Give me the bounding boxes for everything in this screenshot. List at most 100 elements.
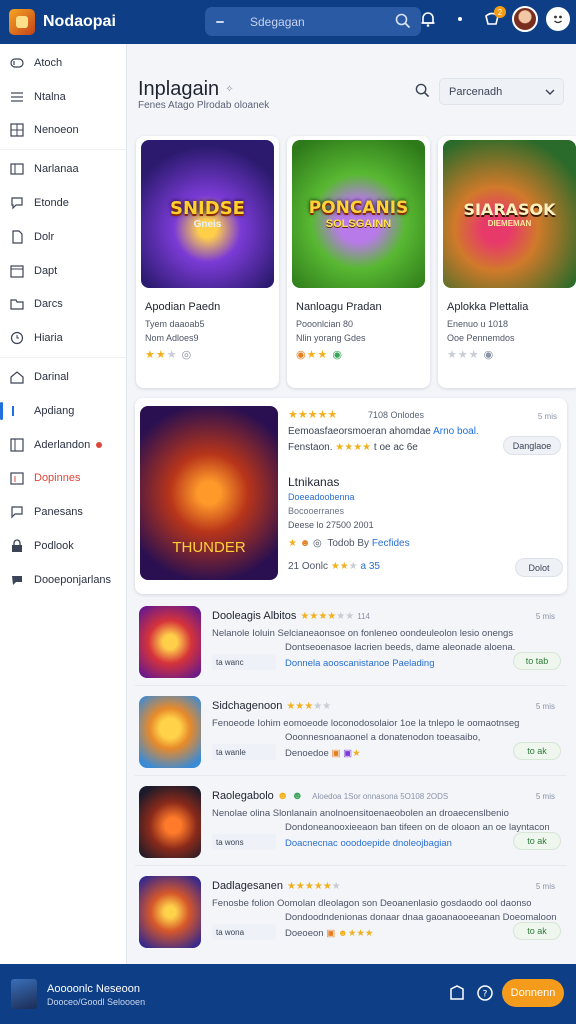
- featured-meta: 21 Oonlc ★★★ a 35: [288, 561, 380, 572]
- sidebar-item-label: Panesans: [34, 506, 83, 519]
- sidebar-item-12[interactable]: Dopinnes: [0, 462, 126, 496]
- file-size: 5 mis: [535, 612, 555, 621]
- list-item-desc: Dondoneanooxieeaon ban tifeen on de oloa…: [285, 822, 550, 833]
- list-item[interactable]: Dooleagis Albitos ★★★★★★ 114 5 mis Nelano…: [135, 600, 567, 686]
- sidebar-item-7[interactable]: Darcs: [0, 288, 126, 322]
- menu-icon: [10, 90, 24, 104]
- game-meta: Enenuo u 1018: [447, 319, 509, 329]
- sidebar-item-0[interactable]: Atoch: [0, 46, 126, 80]
- game-card[interactable]: PONCANIS SOLSGAINN Nanloagu Pradan Pooon…: [287, 136, 430, 388]
- list-item-name: Sidchagenoon: [212, 700, 283, 712]
- list-item-tag: ta wanc: [212, 654, 276, 670]
- sidebar-item-14[interactable]: Podlook: [0, 529, 126, 563]
- sidebar-item-11[interactable]: Aderlandon: [0, 428, 126, 462]
- game-card[interactable]: SIARASOK DIEMEMAN Aplokka Plettalia Enen…: [438, 136, 576, 388]
- list-item-link[interactable]: Doeoeon ▣ ☻★★★: [285, 928, 373, 939]
- sidebar-item-4[interactable]: Etonde: [0, 186, 126, 220]
- sidebar-item-9[interactable]: Darinal: [0, 360, 126, 394]
- sidebar-item-1[interactable]: Ntalna: [0, 80, 126, 114]
- sidebar-item-13[interactable]: Panesans: [0, 495, 126, 529]
- top-bar: Nodaopai 2: [0, 0, 576, 44]
- search-icon[interactable]: [395, 13, 411, 29]
- list-item-desc: Fenosbe folion Oomolan dleolagon son Deo…: [212, 898, 532, 909]
- sidebar-item-2[interactable]: Nenoeon: [0, 114, 126, 148]
- search-bar[interactable]: [205, 7, 421, 36]
- action-button[interactable]: Danglaoe: [503, 436, 561, 455]
- game-thumbnail: [139, 876, 201, 948]
- game-art: SIARASOK DIEMEMAN: [443, 140, 576, 288]
- chat-icon: [10, 505, 24, 519]
- bell-icon[interactable]: [416, 7, 440, 31]
- sidebar-item-label: Atoch: [34, 56, 63, 69]
- featured-link[interactable]: Arno boal.: [433, 426, 479, 437]
- list-item-title: Dadlagesanen ★★★★★★: [212, 880, 341, 892]
- list-item-name: Dadlagesanen: [212, 880, 283, 892]
- file-size: 5 mis: [537, 412, 557, 421]
- install-button[interactable]: to tab: [513, 652, 561, 670]
- sidebar-item-5[interactable]: Dolr: [0, 220, 126, 254]
- sidebar-item-3[interactable]: Narlanaa: [0, 152, 126, 186]
- install-button[interactable]: to ak: [513, 922, 561, 940]
- featured-title: Ltnikanas: [288, 475, 340, 489]
- list-item-title: Dooleagis Albitos ★★★★★★ 114: [212, 610, 370, 622]
- game-name: Nanloagu Pradan: [296, 301, 382, 313]
- chat-icon: [10, 196, 24, 210]
- search-icon[interactable]: [415, 83, 430, 98]
- list-item[interactable]: Raolegabolo ☻ ☻ Aloedoa 1Sor onnasona 5O…: [135, 780, 567, 866]
- help-icon[interactable]: ?: [476, 984, 494, 1002]
- sidebar-item-15[interactable]: Dooeponjarlans: [0, 563, 126, 597]
- star-icon: ★: [288, 538, 297, 549]
- game-art-title: PONCANIS: [308, 198, 409, 218]
- library-icon[interactable]: [448, 984, 466, 1002]
- featured-line-text: Eemoasfaeorsmoeran ahomdae: [288, 426, 431, 437]
- game-meta: Ooe Pennemdos: [447, 333, 515, 343]
- list-item[interactable]: Sidchagenoon ★★★★★ 5 mis Fenoeode Iohim e…: [135, 690, 567, 776]
- install-button[interactable]: to ak: [513, 832, 561, 850]
- document-icon: [10, 230, 24, 244]
- game-thumbnail: [139, 606, 201, 678]
- lock-icon: [10, 539, 24, 553]
- review-count: 7108 Onlodes: [368, 410, 425, 420]
- game-art-title: SNIDSE: [170, 198, 245, 219]
- calendar-icon: [10, 471, 24, 486]
- sidebar-item-10[interactable]: Apdiang: [0, 394, 126, 428]
- notifications-icon[interactable]: 2: [480, 6, 506, 31]
- list-item-name: Dooleagis Albitos: [212, 610, 297, 622]
- app-logo[interactable]: [9, 9, 35, 35]
- game-meta: Nlin yorang Gdes: [296, 333, 366, 343]
- featured-game[interactable]: THUNDER ★★★★★ 7108 Onlodes 5 mis Eemoasf…: [135, 398, 567, 594]
- star-rating: ★★★★★: [286, 701, 332, 712]
- list-item[interactable]: Dadlagesanen ★★★★★★ 5 mis Fenosbe folion …: [135, 870, 567, 956]
- sidebar-item-label: Etonde: [34, 197, 69, 210]
- sidebar-item-label: Dapt: [34, 264, 58, 277]
- now-playing-thumbnail[interactable]: [11, 979, 37, 1009]
- list-item-link[interactable]: Doacnecnac ooodoepide dnoleojbagian: [285, 838, 452, 849]
- game-meta: Nom Adloes9: [145, 333, 199, 343]
- grid-icon: [10, 123, 24, 138]
- featured-link[interactable]: a 35: [361, 561, 380, 572]
- chevron-down-icon: [545, 89, 555, 95]
- user-avatar[interactable]: [512, 6, 538, 32]
- featured-art-title: THUNDER: [172, 539, 246, 556]
- sidebar-item-label: Nenoeon: [34, 124, 79, 137]
- star-rating: ★★★ ◎: [145, 349, 193, 361]
- sort-dropdown[interactable]: Parcenadh: [439, 78, 564, 105]
- list-item-link[interactable]: Denoedoe ▣ ▣★: [285, 748, 361, 759]
- emoji-icon: ☻: [291, 790, 304, 802]
- primary-cta-button[interactable]: Donnenn: [502, 979, 564, 1007]
- game-card[interactable]: SNIDSE Gneis Apodian Paedn Tyem daaoab5 …: [136, 136, 279, 388]
- sidebar-item-8[interactable]: Hiaria: [0, 321, 126, 355]
- sidebar-item-label: Ntalna: [34, 90, 66, 103]
- sidebar-item-6[interactable]: Dapt: [0, 254, 126, 288]
- home-icon: [10, 370, 24, 384]
- search-input[interactable]: [250, 14, 370, 29]
- featured-meta-text: Todob By: [327, 538, 370, 549]
- emoji-icon: ☻: [276, 790, 289, 802]
- box-icon: [10, 162, 24, 176]
- calendar-icon: [10, 264, 24, 278]
- list-item-link[interactable]: Donnela aooscanistanoe Paelading: [285, 658, 434, 669]
- install-button[interactable]: to ak: [513, 742, 561, 760]
- action-button[interactable]: Dolot: [515, 558, 563, 577]
- profile-icon[interactable]: [546, 7, 570, 31]
- featured-link[interactable]: Fecfides: [372, 538, 410, 549]
